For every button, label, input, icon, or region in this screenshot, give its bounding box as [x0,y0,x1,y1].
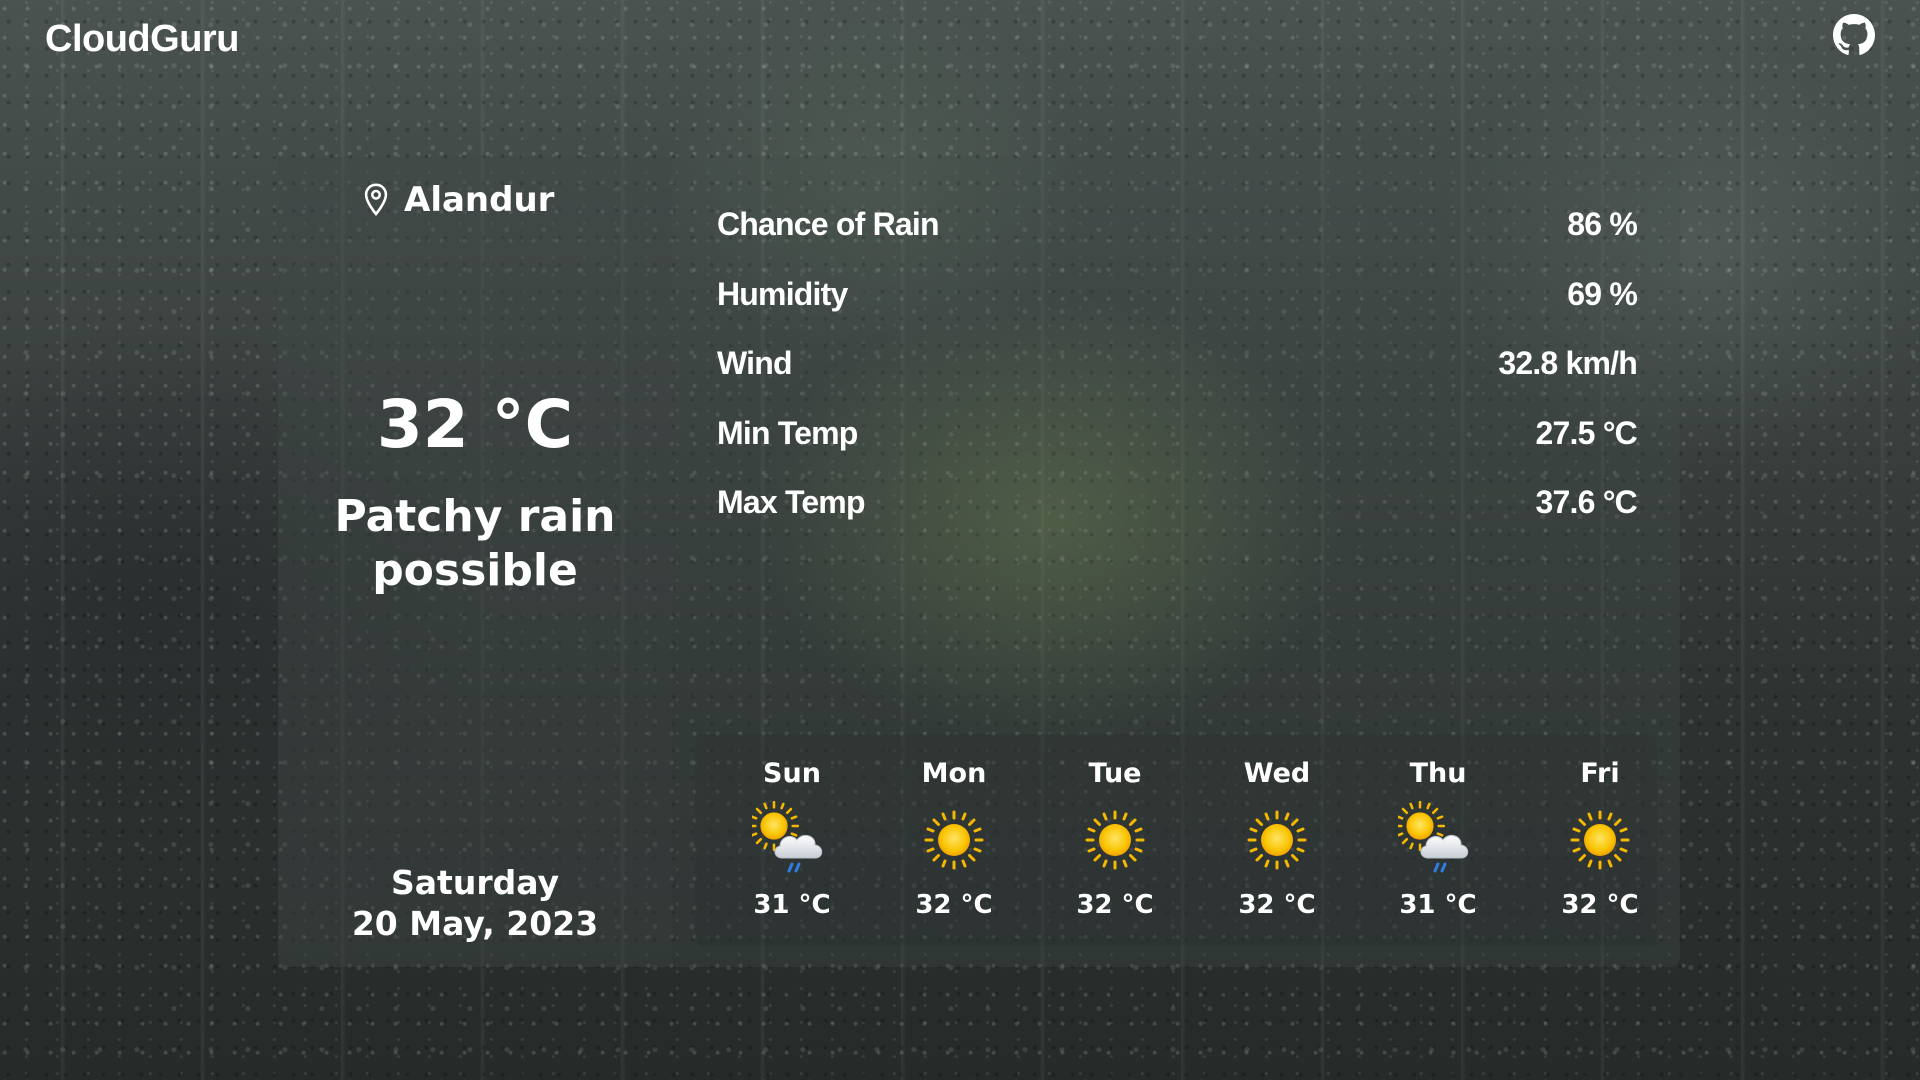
weekday: Saturday [391,863,559,902]
stat-value: 27.5 °C [1535,414,1638,451]
stat-label: Chance of Rain [717,206,940,243]
forecast-day-thu: Thu 31 °C [1378,734,1498,946]
stat-label: Max Temp [717,484,866,521]
weekly-forecast: Sun 31 °C Mon 32 °C Tue 32 °C Wed 32 °C … [695,734,1657,946]
stat-label: Min Temp [717,414,858,451]
forecast-day-name: Wed [1243,758,1311,789]
full-date: 20 May, 2023 [351,904,599,943]
forecast-day-name: Fri [1580,758,1620,789]
forecast-day-name: Mon [921,758,987,789]
forecast-day-temp: 32 °C [1238,890,1316,920]
stat-row-wind: Wind 32.8 km/h [717,329,1638,399]
forecast-day-name: Sun [763,758,821,789]
app-logo[interactable]: CloudGuru [45,18,239,61]
forecast-day-tue: Tue 32 °C [1055,734,1175,946]
forecast-day-name: Thu [1409,758,1467,789]
stat-row-chance-of-rain: Chance of Rain 86 % [717,190,1638,260]
forecast-day-temp: 31 °C [753,890,831,920]
stat-row-min-temp: Min Temp 27.5 °C [717,399,1638,469]
stat-row-max-temp: Max Temp 37.6 °C [717,468,1638,538]
forecast-day-wed: Wed 32 °C [1217,734,1337,946]
forecast-day-sun: Sun 31 °C [732,734,852,946]
current-temperature: 32 °C [376,386,574,463]
forecast-day-name: Tue [1088,758,1142,789]
stat-value: 37.6 °C [1535,484,1638,521]
stat-label: Wind [717,345,793,382]
stat-row-humidity: Humidity 69 % [717,260,1638,330]
forecast-day-temp: 32 °C [1561,890,1639,920]
sun-cloud-rain-icon [752,800,832,880]
sun-icon [1237,800,1317,880]
sun-cloud-rain-icon [1398,800,1478,880]
stat-label: Humidity [717,275,848,312]
weather-stats: Chance of Rain 86 % Humidity 69 % Wind 3… [717,190,1638,538]
stat-value: 32.8 km/h [1498,345,1637,382]
forecast-day-temp: 31 °C [1399,890,1477,920]
sun-icon [1560,800,1640,880]
current-date: Saturday 20 May, 2023 [300,862,650,944]
forecast-day-temp: 32 °C [1076,890,1154,920]
sun-icon [914,800,994,880]
weather-condition: Patchy rain possible [334,491,616,596]
github-icon[interactable] [1833,14,1875,56]
location: Alandur [362,178,554,222]
forecast-day-temp: 32 °C [915,890,993,920]
forecast-day-fri: Fri 32 °C [1540,734,1660,946]
location-pin-icon [364,183,388,216]
sun-icon [1075,800,1155,880]
stat-value: 69 % [1567,275,1638,312]
location-name: Alandur [404,180,555,220]
forecast-day-mon: Mon 32 °C [894,734,1014,946]
stat-value: 86 % [1567,206,1638,243]
